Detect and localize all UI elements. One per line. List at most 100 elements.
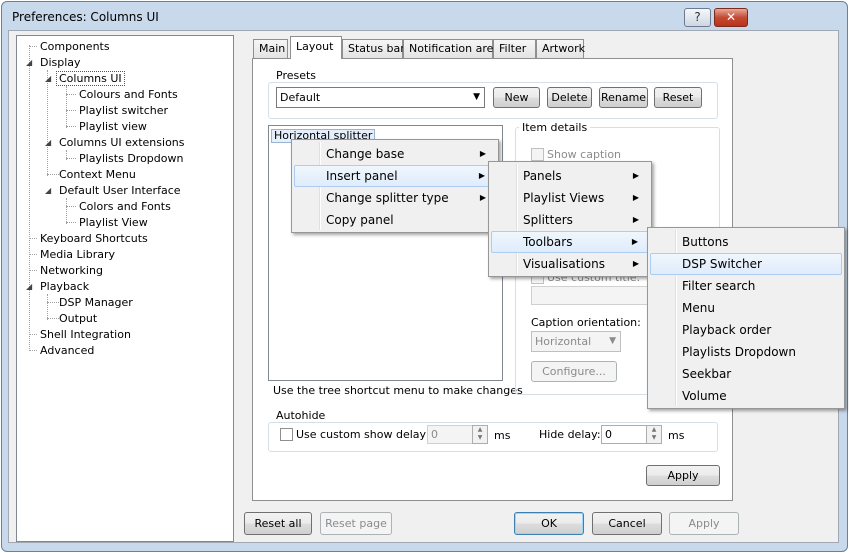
window-title: Preferences: Columns UI bbox=[12, 10, 159, 24]
menu-item-playback-order[interactable]: Playback order bbox=[650, 319, 842, 341]
tree-item-playlists-dropdown[interactable]: Playlists Dropdown bbox=[77, 151, 185, 166]
menu-item-copy-panel[interactable]: Copy panel bbox=[294, 209, 496, 231]
cancel-button[interactable]: Cancel bbox=[592, 512, 662, 535]
show-delay-input[interactable]: 0 bbox=[427, 425, 473, 444]
tab-notification-area[interactable]: Notification area bbox=[403, 39, 500, 58]
show-delay-spinner[interactable]: ▲ ▼ bbox=[472, 425, 488, 444]
tab-artwork[interactable]: Artwork bbox=[536, 39, 585, 58]
menu-item-panels[interactable]: Panels ▶ bbox=[491, 165, 649, 187]
insert-panel-submenu: Panels ▶ Playlist Views ▶ Splitters ▶ To… bbox=[488, 161, 652, 277]
menu-item-change-splitter-type[interactable]: Change splitter type ▶ bbox=[294, 187, 496, 209]
item-details-label: Item details bbox=[519, 121, 591, 134]
submenu-arrow-icon: ▶ bbox=[632, 215, 639, 224]
menu-item-change-base[interactable]: Change base ▶ bbox=[294, 143, 496, 165]
menu-item-label: Copy panel bbox=[326, 213, 394, 227]
expand-columns-ui-icon[interactable]: ◢ bbox=[45, 74, 51, 83]
tree-item-context-menu[interactable]: Context Menu bbox=[57, 167, 138, 182]
tree-item-components[interactable]: Components bbox=[38, 39, 112, 54]
preset-select[interactable]: Default ▼ bbox=[276, 87, 485, 108]
menu-item-filter-search[interactable]: Filter search bbox=[650, 275, 842, 297]
tree-item-keyboard-shortcuts[interactable]: Keyboard Shortcuts bbox=[38, 231, 150, 246]
submenu-arrow-icon: ▶ bbox=[479, 149, 486, 158]
menu-item-label: Toolbars bbox=[523, 235, 573, 249]
menu-item-label: Change splitter type bbox=[326, 191, 449, 205]
tab-layout[interactable]: Layout bbox=[290, 36, 342, 59]
tab-filter[interactable]: Filter bbox=[493, 39, 536, 58]
menu-item-label: Insert panel bbox=[326, 169, 398, 183]
tree-item-media-library[interactable]: Media Library bbox=[38, 247, 117, 262]
menu-item-label: Change base bbox=[326, 147, 405, 161]
reset-preset-button[interactable]: Reset bbox=[654, 87, 702, 108]
menu-item-menu[interactable]: Menu bbox=[650, 297, 842, 319]
expand-playback-icon[interactable]: ◢ bbox=[26, 282, 32, 291]
menu-item-toolbars[interactable]: Toolbars ▶ bbox=[491, 231, 649, 253]
tree-item-shell-integration[interactable]: Shell Integration bbox=[38, 327, 133, 342]
expand-default-ui-icon[interactable]: ◢ bbox=[45, 186, 51, 195]
caption-orientation-select[interactable]: Horizontal ▼ bbox=[531, 331, 621, 352]
tree-item-playlist-view-dui[interactable]: Playlist View bbox=[77, 215, 150, 230]
custom-show-delay-checkbox[interactable] bbox=[280, 428, 293, 441]
preset-value: Default bbox=[280, 91, 321, 104]
tree-item-output[interactable]: Output bbox=[57, 311, 99, 326]
tree-item-advanced[interactable]: Advanced bbox=[38, 343, 96, 358]
submenu-arrow-icon: ▶ bbox=[479, 193, 486, 202]
submenu-arrow-icon: ▶ bbox=[631, 237, 638, 246]
rename-preset-button[interactable]: Rename bbox=[599, 87, 648, 108]
menu-item-seekbar[interactable]: Seekbar bbox=[650, 363, 842, 385]
submenu-arrow-icon: ▶ bbox=[632, 193, 639, 202]
tree-item-playlist-switcher[interactable]: Playlist switcher bbox=[77, 103, 170, 118]
expand-display-icon[interactable]: ◢ bbox=[26, 58, 32, 67]
tab-main[interactable]: Main bbox=[253, 39, 288, 58]
tab-status-bar[interactable]: Status bar bbox=[342, 39, 405, 58]
tree-item-default-ui[interactable]: Default User Interface bbox=[57, 183, 183, 198]
presets-label: Presets bbox=[273, 69, 320, 82]
hide-delay-spinner[interactable]: ▲ ▼ bbox=[646, 425, 662, 444]
tree-item-colours-and-fonts[interactable]: Colours and Fonts bbox=[77, 87, 180, 102]
reset-page-button[interactable]: Reset page bbox=[320, 512, 392, 535]
tree-item-playlist-view[interactable]: Playlist view bbox=[77, 119, 149, 134]
delete-preset-button[interactable]: Delete bbox=[547, 87, 592, 108]
caption-orientation-value: Horizontal bbox=[535, 335, 592, 348]
tree-item-networking[interactable]: Networking bbox=[38, 263, 105, 278]
submenu-arrow-icon: ▶ bbox=[478, 171, 485, 180]
layout-hint: Use the tree shortcut menu to make chang… bbox=[273, 384, 523, 397]
autohide-label: Autohide bbox=[273, 409, 329, 422]
expand-cui-extensions-icon[interactable]: ◢ bbox=[45, 138, 51, 147]
custom-show-delay-label: Use custom show delay of bbox=[296, 428, 441, 441]
menu-item-visualisations[interactable]: Visualisations ▶ bbox=[491, 253, 649, 275]
hide-delay-unit: ms bbox=[668, 429, 685, 442]
chevron-down-icon: ▼ bbox=[473, 92, 480, 102]
tree-item-dsp-manager[interactable]: DSP Manager bbox=[57, 295, 135, 310]
tree-item-playback[interactable]: Playback bbox=[38, 279, 91, 294]
ok-button[interactable]: OK bbox=[514, 512, 584, 535]
reset-all-button[interactable]: Reset all bbox=[244, 512, 312, 535]
tree-item-columns-ui[interactable]: Columns UI bbox=[56, 71, 125, 86]
hide-delay-input[interactable]: 0 bbox=[601, 425, 647, 444]
menu-item-playlists-dropdown[interactable]: Playlists Dropdown bbox=[650, 341, 842, 363]
menu-item-playlist-views[interactable]: Playlist Views ▶ bbox=[491, 187, 649, 209]
menu-item-dsp-switcher[interactable]: DSP Switcher bbox=[650, 253, 842, 275]
menu-item-insert-panel[interactable]: Insert panel ▶ bbox=[294, 165, 496, 187]
show-caption-label: Show caption bbox=[547, 148, 622, 161]
help-button[interactable]: ? bbox=[684, 8, 711, 27]
panel-apply-button[interactable]: Apply bbox=[646, 465, 720, 486]
caption-orientation-label: Caption orientation: bbox=[531, 316, 641, 329]
menu-item-buttons[interactable]: Buttons bbox=[650, 231, 842, 253]
show-caption-checkbox[interactable] bbox=[531, 148, 544, 161]
preferences-tree[interactable]: ◢ ◢ ◢ ◢ ◢ Components Display Columns UI … bbox=[16, 35, 234, 542]
close-icon: ✕ bbox=[725, 10, 737, 24]
menu-item-volume[interactable]: Volume bbox=[650, 385, 842, 407]
close-button[interactable]: ✕ bbox=[714, 8, 748, 27]
menu-item-splitters[interactable]: Splitters ▶ bbox=[491, 209, 649, 231]
show-delay-unit: ms bbox=[494, 429, 511, 442]
apply-button[interactable]: Apply bbox=[669, 512, 739, 535]
tree-item-colors-and-fonts[interactable]: Colors and Fonts bbox=[77, 199, 173, 214]
new-preset-button[interactable]: New bbox=[493, 87, 540, 108]
menu-item-label: Panels bbox=[523, 169, 562, 183]
menu-item-label: Visualisations bbox=[523, 257, 606, 271]
hide-delay-label: Hide delay: bbox=[539, 428, 601, 441]
tree-item-display[interactable]: Display bbox=[38, 55, 83, 70]
configure-button[interactable]: Configure... bbox=[531, 361, 617, 382]
tree-item-cui-extensions[interactable]: Columns UI extensions bbox=[57, 135, 187, 150]
menu-item-label: Splitters bbox=[523, 213, 573, 227]
